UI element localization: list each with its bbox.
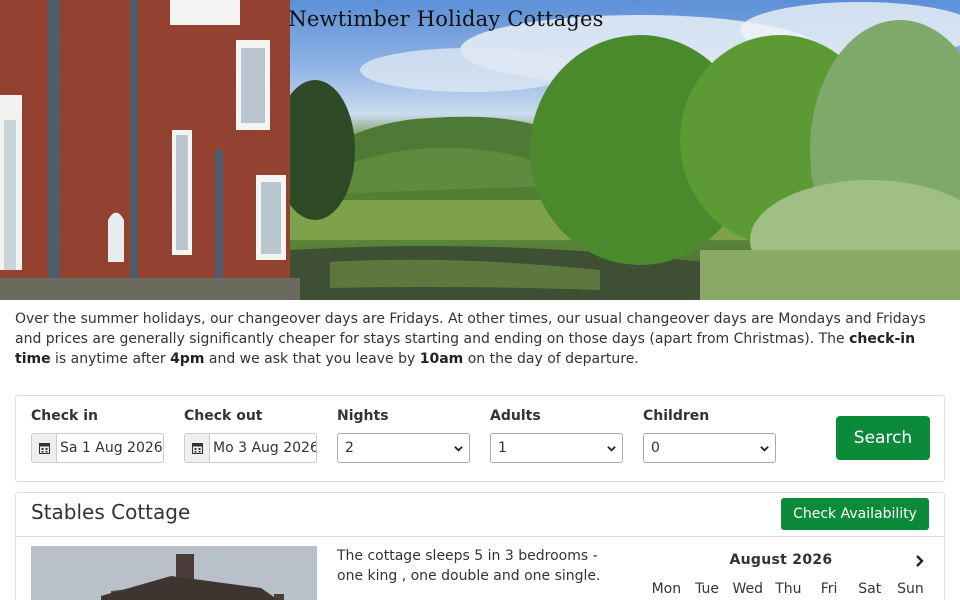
weekday-sat: Sat [858, 581, 882, 597]
checkout-label: Check out [184, 408, 263, 424]
checkin-label: Check in [31, 408, 98, 424]
adults-label: Adults [490, 408, 541, 424]
checkin-input[interactable]: Sa 1 Aug 2026 [31, 433, 164, 463]
cottage-card-header: Stables Cottage Check Availability [16, 493, 944, 537]
calendar-icon [185, 434, 210, 462]
cottage-photo[interactable] [31, 546, 317, 600]
chevron-down-icon [607, 446, 616, 452]
nights-value: 2 [345, 440, 354, 456]
intro-text: Over the summer holidays, our changeover… [15, 311, 926, 367]
nights-label: Nights [337, 408, 389, 424]
nights-field: Nights 2 [337, 407, 470, 463]
cottage-description: The cottage sleeps 5 in 3 bedrooms - one… [337, 548, 601, 584]
calendar-month-title: August 2026 [729, 552, 833, 568]
site-title[interactable]: Newtimber Holiday Cottages [0, 7, 892, 31]
calendar-icon [32, 434, 57, 462]
weekday-sun: Sun [897, 581, 924, 597]
cottage-title[interactable]: Stables Cottage [31, 500, 190, 524]
booking-search-panel: Check in Sa 1 Aug 2026 Check out Mo 3 Au… [15, 395, 945, 482]
weekday-fri: Fri [820, 581, 838, 597]
weekday-thu: Thu [775, 581, 802, 597]
hero-photo [0, 0, 960, 300]
checkout-value: Mo 3 Aug 2026 [213, 440, 316, 456]
chevron-right-icon[interactable] [915, 554, 925, 568]
chevron-down-icon [760, 446, 769, 452]
adults-select[interactable]: 1 [490, 433, 623, 463]
checkin-value: Sa 1 Aug 2026 [60, 440, 163, 456]
children-field: Children 0 [643, 407, 776, 463]
hero-banner: Newtimber Holiday Cottages [0, 0, 960, 300]
checkout-field: Check out Mo 3 Aug 2026 [184, 407, 317, 463]
weekday-tue: Tue [695, 581, 719, 597]
children-label: Children [643, 408, 710, 424]
nights-select[interactable]: 2 [337, 433, 470, 463]
chevron-down-icon [454, 446, 463, 452]
check-availability-button[interactable]: Check Availability [781, 498, 929, 530]
weekday-wed: Wed [732, 581, 763, 597]
weekday-mon: Mon [651, 581, 682, 597]
adults-field: Adults 1 [490, 407, 623, 463]
checkout-input[interactable]: Mo 3 Aug 2026 [184, 433, 317, 463]
calendar-weekday-header: Mon Tue Wed Thu Fri Sat Sun [646, 581, 931, 597]
checkin-field: Check in Sa 1 Aug 2026 [31, 407, 164, 463]
cottage-photo-image [31, 546, 317, 600]
children-value: 0 [651, 440, 660, 456]
adults-value: 1 [498, 440, 507, 456]
cottage-card: Stables Cottage Check Availability The c… [15, 492, 945, 600]
children-select[interactable]: 0 [643, 433, 776, 463]
search-button[interactable]: Search [836, 416, 930, 460]
